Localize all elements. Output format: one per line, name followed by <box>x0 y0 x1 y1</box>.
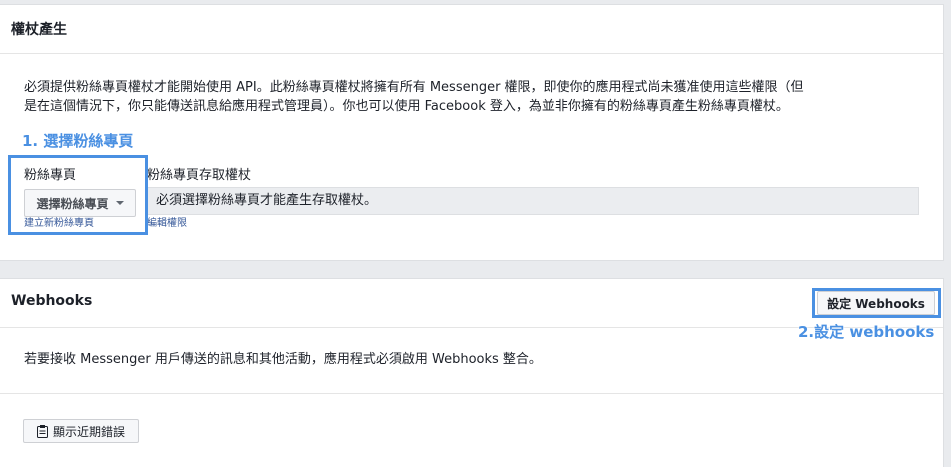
webhooks-panel-title: Webhooks <box>11 293 93 309</box>
token-description: 必須提供粉絲專頁權杖才能開始使用 API。此粉絲專頁權杖將擁有所有 Messen… <box>24 78 924 116</box>
webhooks-description: 若要接收 Messenger 用戶傳送的訊息和其他活動，應用程式必須啟用 Web… <box>24 352 542 367</box>
webhooks-divider <box>0 393 943 394</box>
show-recent-errors-label: 顯示近期錯誤 <box>52 424 125 439</box>
show-recent-errors-button[interactable]: 顯示近期錯誤 <box>23 419 139 443</box>
clipboard-icon <box>36 424 48 438</box>
token-description-line-2: 是在這個情況下，你只能傳送訊息給應用程式管理員）。你也可以使用 Facebook… <box>24 99 789 114</box>
token-panel-title: 權杖產生 <box>11 22 67 38</box>
token-field: 必須選擇粉絲專頁才能產生存取權杖。 <box>147 187 919 215</box>
step1-annotation: 1. 選擇粉絲專頁 <box>22 132 134 150</box>
token-placeholder: 必須選擇粉絲專頁才能產生存取權杖。 <box>156 193 378 208</box>
step1-highlight-box <box>8 155 148 235</box>
edit-permissions-link[interactable]: 編輯權限 <box>147 214 187 229</box>
webhooks-panel: Webhooks 設定 Webhooks 若要接收 Messenger 用戶傳送… <box>0 278 944 467</box>
token-panel-header: 權杖產生 <box>0 5 943 54</box>
step2-highlight-box <box>812 288 941 318</box>
token-description-line-1: 必須提供粉絲專頁權杖才能開始使用 API。此粉絲專頁權杖將擁有所有 Messen… <box>24 80 804 95</box>
step2-annotation: 2.設定 webhooks <box>798 323 935 341</box>
token-label: 粉絲專頁存取權杖 <box>147 168 252 183</box>
